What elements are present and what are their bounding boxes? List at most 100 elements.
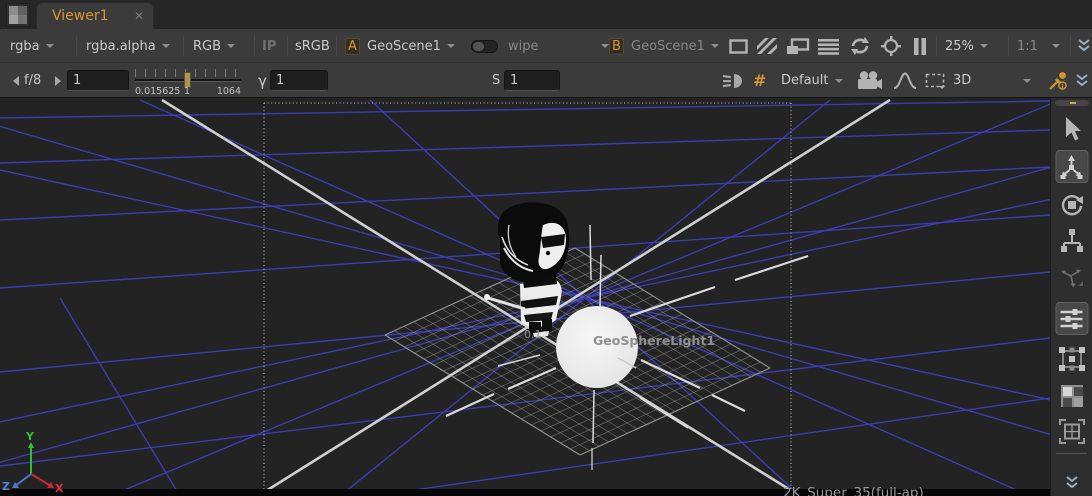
light-label: GeoSphereLight1 xyxy=(593,333,715,348)
color-sample-button[interactable] xyxy=(1048,63,1068,98)
saturation-input[interactable] xyxy=(504,70,560,91)
translate-icon xyxy=(1059,154,1085,180)
viewer-toolbar-top: rgba rgba.alpha RGB IP sRGB A GeoScene1 … xyxy=(0,29,1092,63)
side-toolbar-overflow-button[interactable] xyxy=(1065,476,1079,490)
pane-menu-icon xyxy=(9,6,18,15)
scanline-button[interactable] xyxy=(818,29,839,63)
pane-menu-button[interactable] xyxy=(6,3,30,27)
separator xyxy=(254,36,255,56)
small-axes-icon xyxy=(1059,264,1085,290)
prev-stop-button[interactable] xyxy=(8,63,19,98)
display-channels-dropdown[interactable]: RGB xyxy=(193,29,235,63)
movie-camera-icon xyxy=(857,71,883,90)
bell-curve-icon xyxy=(893,72,917,89)
gain-field-wrap xyxy=(67,63,129,98)
translate-tool-button[interactable] xyxy=(1055,150,1088,183)
update-button[interactable] xyxy=(881,29,901,63)
separator xyxy=(287,36,288,56)
rotate-tool-button[interactable] xyxy=(1059,192,1085,218)
chevron-down-icon xyxy=(980,44,988,52)
horizontal-lines-icon xyxy=(818,38,839,55)
fstop-label[interactable]: f/8 xyxy=(24,63,41,98)
separator xyxy=(936,36,937,56)
right-triangle-icon xyxy=(55,76,66,86)
roi-button[interactable] xyxy=(729,29,748,63)
axis-y-label: Y xyxy=(25,430,35,443)
grid-hash-icon: # xyxy=(753,71,766,90)
gain-slider[interactable]: 0.015625 1 1064 xyxy=(135,63,241,98)
overlapping-frames-icon xyxy=(786,38,810,55)
vertex-select-button[interactable] xyxy=(1058,346,1086,372)
gain-input[interactable] xyxy=(67,70,129,91)
left-triangle-icon xyxy=(8,76,19,86)
chevron-down-icon xyxy=(711,44,719,52)
separator xyxy=(1008,36,1009,56)
layout-grid-button[interactable] xyxy=(1059,383,1085,409)
wipe-mode-dropdown[interactable]: wipe xyxy=(508,29,609,63)
chevron-down-icon xyxy=(447,44,455,52)
input-a-badge: A xyxy=(345,38,360,55)
pause-button[interactable] xyxy=(913,29,927,63)
gain-curve-button[interactable] xyxy=(893,63,917,98)
gamma-input[interactable] xyxy=(270,70,328,91)
side-toolbar-handle[interactable] xyxy=(1055,100,1089,106)
diagonal-stripes-icon xyxy=(757,38,777,54)
view-mode-dropdown[interactable]: 3D xyxy=(953,63,1031,98)
rectangle-outline-icon xyxy=(729,39,748,54)
saturation-label: S xyxy=(492,63,500,98)
toggle-switch-icon xyxy=(471,40,498,53)
crosshair-circle-icon xyxy=(881,36,901,56)
scene-canvas: 0.1 GeoSphereLight1 2K_Super_35(full-ap) xyxy=(0,98,1050,496)
chevron-down-icon xyxy=(601,44,609,52)
frame-view-button[interactable] xyxy=(1058,418,1086,445)
double-chevron-down-icon xyxy=(1075,74,1089,88)
viewer-lut-dropdown[interactable]: Default xyxy=(781,63,843,98)
lock-camera-button[interactable] xyxy=(857,63,883,98)
rotate-icon xyxy=(1059,192,1085,218)
close-icon[interactable]: ✕ xyxy=(134,9,144,23)
tab-bar: Viewer1 ✕ xyxy=(0,0,1092,29)
nuke-viewer-window: Viewer1 ✕ rgba rgba.alpha RGB IP sRGB A … xyxy=(0,0,1092,496)
scale-tool-button[interactable] xyxy=(1059,228,1085,254)
view-transform-button[interactable]: sRGB xyxy=(295,29,330,63)
toolbar2-overflow-button[interactable] xyxy=(1075,63,1089,98)
zoom-level-dropdown[interactable]: 25% xyxy=(945,29,988,63)
channel-layer-dropdown[interactable]: rgba xyxy=(10,29,54,63)
transform-handles-button[interactable] xyxy=(1059,264,1085,290)
separator xyxy=(183,36,184,56)
input-b-badge: B xyxy=(609,38,624,55)
chevron-down-icon xyxy=(46,44,54,52)
proxy-mode-button[interactable] xyxy=(757,29,777,63)
grid-toggle-button[interactable]: # xyxy=(753,63,766,98)
marquee-select-button[interactable] xyxy=(925,63,946,98)
separator xyxy=(1070,36,1071,56)
input-a-selector[interactable]: A GeoScene1 xyxy=(345,29,455,63)
alpha-channel-dropdown[interactable]: rgba.alpha xyxy=(86,29,170,63)
format-label: 2K_Super_35(full-ap) xyxy=(783,485,924,496)
selection-handles-icon xyxy=(1058,346,1086,372)
tab-viewer1[interactable]: Viewer1 ✕ xyxy=(36,2,154,29)
pixel-aspect-dropdown[interactable]: 1:1 xyxy=(1017,29,1060,63)
chevron-down-icon xyxy=(162,44,170,52)
eyedropper-icon xyxy=(1048,71,1068,91)
wipe-toggle[interactable] xyxy=(471,29,498,63)
chevron-down-icon xyxy=(1052,44,1060,52)
viewer-toolbar-bottom: f/8 0.015625 1 1064 γ 0 1 4 S xyxy=(0,63,1092,98)
axis-x-label: X xyxy=(55,482,64,495)
input-process-button[interactable]: IP xyxy=(262,29,276,63)
viewport-3d[interactable]: 0.1 GeoSphereLight1 2K_Super_35(full-ap) xyxy=(0,98,1050,496)
saturation-field-wrap xyxy=(504,63,560,98)
viewer-settings-button[interactable] xyxy=(1055,302,1088,335)
occluded-label: 0.1 xyxy=(524,328,542,341)
input-b-selector[interactable]: B GeoScene1 xyxy=(609,29,719,63)
clip-warning-button[interactable] xyxy=(786,29,810,63)
refresh-button[interactable] xyxy=(849,29,871,63)
select-tool-button[interactable] xyxy=(1062,116,1082,142)
world-axis-line-x xyxy=(162,100,800,496)
double-chevron-down-icon xyxy=(1065,476,1079,490)
separator xyxy=(336,36,337,56)
headlamp-button[interactable] xyxy=(722,63,746,98)
next-stop-button[interactable] xyxy=(55,63,66,98)
cursor-icon xyxy=(1062,116,1082,142)
toolbar-overflow-button[interactable] xyxy=(1077,29,1091,63)
